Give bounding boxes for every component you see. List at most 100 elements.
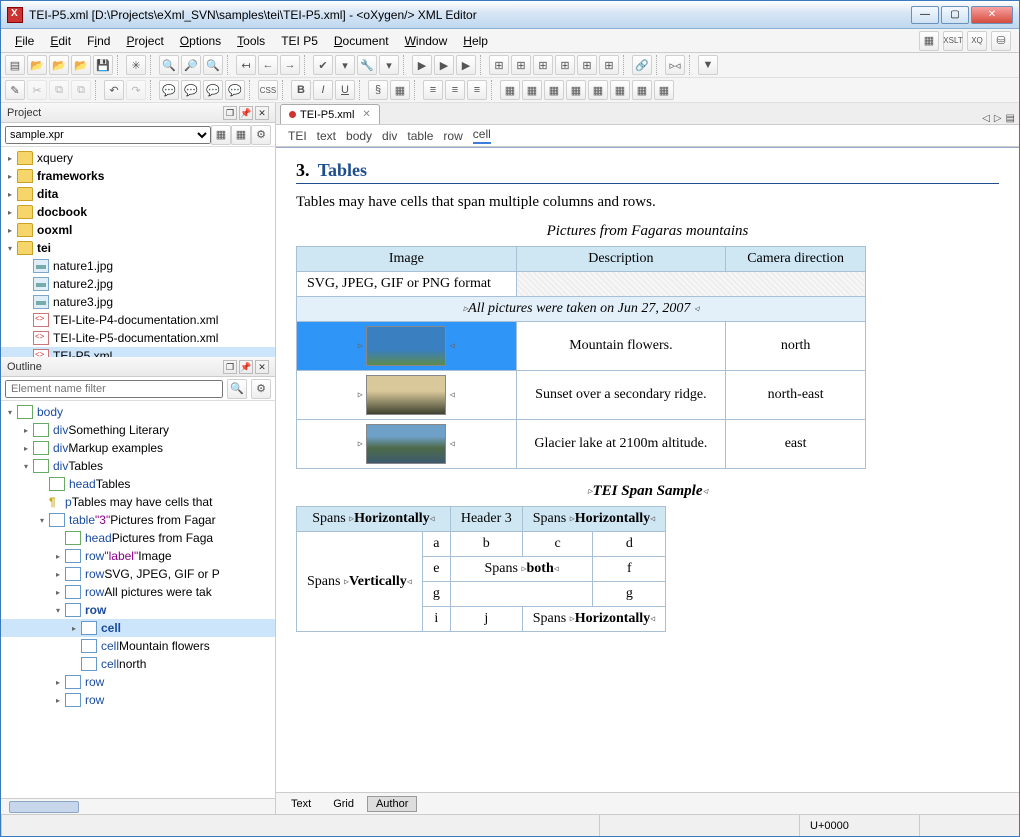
outline-restore-icon[interactable]: ❐ (223, 360, 237, 374)
table-row[interactable]: ▹ ◃Glacier lake at 2100m altitude.east (297, 420, 866, 469)
table-split-icon[interactable]: ▦ (632, 80, 652, 100)
project-item[interactable]: ▸frameworks (1, 167, 275, 185)
project-item[interactable]: ▸xquery (1, 149, 275, 167)
xq-icon[interactable]: XQ (967, 31, 987, 51)
cell-note[interactable]: ▹All pictures were taken on Jun 27, 2007… (297, 297, 866, 322)
project-selector[interactable]: sample.xpr (5, 126, 211, 144)
comment2-icon[interactable]: 💬 (181, 80, 201, 100)
author-editor[interactable]: ▽ 3. Tables Tables may have cells that s… (276, 147, 1019, 792)
open-recent-icon[interactable]: 📂 (71, 55, 91, 75)
table-merge-icon[interactable]: ▦ (610, 80, 630, 100)
open-icon[interactable]: 📂 (27, 55, 47, 75)
breadcrumb-item[interactable]: body (346, 129, 372, 143)
list-item-icon[interactable]: ≡ (467, 80, 487, 100)
cell-dir[interactable]: east (726, 420, 866, 469)
outline-item[interactable]: ▸div Something Literary (1, 421, 275, 439)
outline-item[interactable]: ▸cell (1, 619, 275, 637)
table-delcol-icon[interactable]: ▦ (588, 80, 608, 100)
th-span-h2[interactable]: Spans ▹Horizontally◃ (522, 507, 665, 532)
list-num-icon[interactable]: ≡ (423, 80, 443, 100)
outline-item[interactable]: ▸row (1, 691, 275, 709)
cell-b[interactable]: b (450, 532, 522, 557)
th-image[interactable]: Image (297, 247, 517, 272)
outline-pin-icon[interactable]: 📌 (239, 360, 253, 374)
cell-d[interactable]: d (593, 532, 666, 557)
th-desc[interactable]: Description (516, 247, 726, 272)
project-item[interactable]: TEI-Lite-P5-documentation.xml (1, 329, 275, 347)
outline-item[interactable]: ▾row (1, 601, 275, 619)
project-item[interactable]: ▸dita (1, 185, 275, 203)
list-bullet-icon[interactable]: ≡ (445, 80, 465, 100)
table-row[interactable]: ▹ ◃Sunset over a secondary ridge.north-e… (297, 371, 866, 420)
menu-document[interactable]: Document (328, 32, 395, 50)
cell-i[interactable]: i (422, 607, 450, 632)
breadcrumb-item[interactable]: div (382, 129, 397, 143)
redo-icon[interactable]: ↷ (126, 80, 146, 100)
menu-help[interactable]: Help (457, 32, 494, 50)
cell-g2[interactable]: g (593, 582, 666, 607)
menu-file[interactable]: File (9, 32, 40, 50)
table-delrow-icon[interactable]: ▦ (544, 80, 564, 100)
comment3-icon[interactable]: 💬 (203, 80, 223, 100)
last-mod-icon[interactable]: → (280, 55, 300, 75)
paste-icon[interactable]: ⧉ (71, 80, 91, 100)
table-span-sample[interactable]: Spans ▹Horizontally◃ Header 3 Spans ▹Hor… (296, 506, 666, 632)
outline-item[interactable]: ▾body (1, 403, 275, 421)
search-icon[interactable]: 🔍 (159, 55, 179, 75)
cell-span-v[interactable]: Spans ▹Vertically◃ (297, 532, 423, 632)
minimize-button[interactable]: — (911, 6, 939, 24)
menu-options[interactable]: Options (174, 32, 227, 50)
outline-item[interactable]: ▸row All pictures were tak (1, 583, 275, 601)
config-validate-icon[interactable]: 🔧 (357, 55, 377, 75)
cell-empty-mid[interactable] (450, 582, 593, 607)
outline-item[interactable]: ▾table "3" Pictures from Fagar (1, 511, 275, 529)
cut-icon[interactable]: ✂ (27, 80, 47, 100)
table1-caption[interactable]: Pictures from Fagaras mountains (296, 223, 999, 240)
maximize-button[interactable]: ▢ (941, 6, 969, 24)
forward-icon[interactable]: ← (258, 55, 278, 75)
config-menu-icon[interactable]: ▾ (379, 55, 399, 75)
project-settings-icon[interactable]: ⚙ (251, 125, 271, 145)
viewmode-text[interactable]: Text (282, 796, 320, 812)
new-file-icon[interactable]: ▤ (5, 55, 25, 75)
find-all-icon[interactable]: 🔍 (203, 55, 223, 75)
table-pictures[interactable]: Image Description Camera direction SVG, … (296, 246, 866, 469)
cell-c[interactable]: c (522, 532, 593, 557)
cell-dir[interactable]: north-east (726, 371, 866, 420)
breadcrumb-item[interactable]: text (317, 129, 336, 143)
outline-item[interactable]: ▸row "label" Image (1, 547, 275, 565)
table2-caption[interactable]: ▹TEI Span Sample◃ (296, 483, 999, 500)
cell-desc[interactable]: Mountain flowers. (516, 322, 726, 371)
new-template-icon[interactable]: ✳ (126, 55, 146, 75)
cell-image[interactable]: ▹ ◃ (297, 420, 517, 469)
th-dir[interactable]: Camera direction (726, 247, 866, 272)
project-item[interactable]: nature3.jpg (1, 293, 275, 311)
perspective-icon[interactable]: ▦ (919, 31, 939, 51)
cell-span-h-bottom[interactable]: Spans ▹Horizontally◃ (522, 607, 665, 632)
profile-icon[interactable]: ▶ (456, 55, 476, 75)
project-item[interactable]: ▸ooxml (1, 221, 275, 239)
project-btn1-icon[interactable]: ▦ (211, 125, 231, 145)
breadcrumb[interactable]: TEItextbodydivtablerowcell (276, 125, 1019, 147)
menu-window[interactable]: Window (399, 32, 454, 50)
th-span-h1[interactable]: Spans ▹Horizontally◃ (297, 507, 451, 532)
outline-close-icon[interactable]: ✕ (255, 360, 269, 374)
validate-menu-icon[interactable]: ▾ (335, 55, 355, 75)
cell-image[interactable]: ▹ ◃ (297, 322, 517, 371)
xslt-icon[interactable]: XSLT (943, 31, 963, 51)
transform-icon[interactable]: ▶ (412, 55, 432, 75)
find-replace-icon[interactable]: 🔎 (181, 55, 201, 75)
italic-icon[interactable]: I (313, 80, 333, 100)
cell-format[interactable]: SVG, JPEG, GIF or PNG format (297, 272, 517, 297)
outline-filter-input[interactable] (5, 380, 223, 398)
undo-icon[interactable]: ↶ (104, 80, 124, 100)
menu-teip5[interactable]: TEI P5 (275, 32, 324, 50)
cell-j[interactable]: j (450, 607, 522, 632)
menu-edit[interactable]: Edit (44, 32, 77, 50)
menu-project[interactable]: Project (120, 32, 169, 50)
panel-restore-icon[interactable]: ❐ (223, 106, 237, 120)
file-tab[interactable]: TEI-P5.xml ✕ (280, 104, 380, 124)
db-icon[interactable]: ⛁ (991, 31, 1011, 51)
back-icon[interactable]: ↤ (236, 55, 256, 75)
copy-icon[interactable]: ⧉ (49, 80, 69, 100)
